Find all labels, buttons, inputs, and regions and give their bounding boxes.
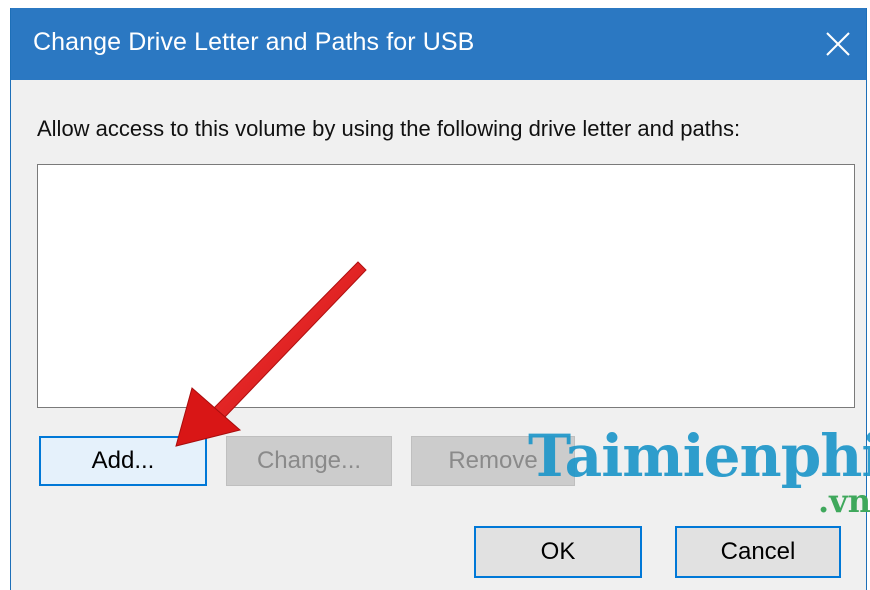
close-button[interactable]: [814, 18, 862, 70]
title-bar[interactable]: Change Drive Letter and Paths for USB: [11, 8, 866, 80]
change-button: Change...: [226, 436, 392, 486]
close-icon: [826, 32, 850, 56]
remove-button: Remove: [411, 436, 575, 486]
dialog-title: Change Drive Letter and Paths for USB: [33, 28, 475, 56]
dialog-prompt: Allow access to this volume by using the…: [37, 116, 741, 141]
add-button[interactable]: Add...: [39, 436, 207, 486]
ok-button[interactable]: OK: [474, 526, 642, 578]
cancel-button[interactable]: Cancel: [675, 526, 841, 578]
drive-paths-listbox[interactable]: [37, 164, 855, 408]
change-drive-letter-dialog: Change Drive Letter and Paths for USB Al…: [10, 8, 867, 590]
